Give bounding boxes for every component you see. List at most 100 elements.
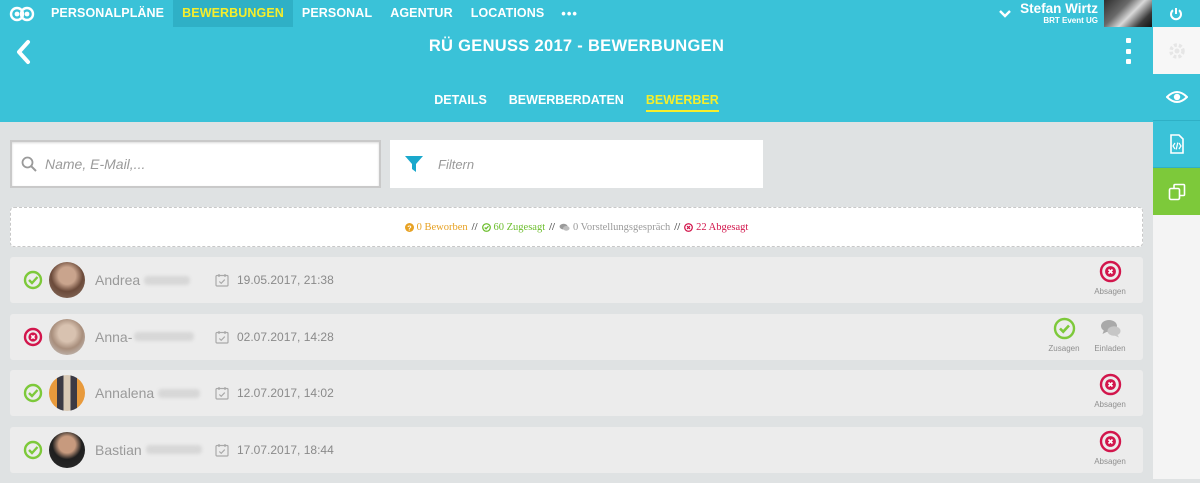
- row-actions: Zusagen Einladen: [1041, 317, 1133, 353]
- calendar-check-icon: [215, 387, 229, 400]
- nav-agentur[interactable]: AGENTUR: [381, 0, 462, 27]
- top-navigation: PERSONALPLÄNE BEWERBUNGEN PERSONAL AGENT…: [0, 0, 1200, 27]
- chevron-down-icon[interactable]: [996, 0, 1014, 27]
- check-circle-icon: [481, 222, 491, 232]
- page-title: RÜ GENUSS 2017 - BEWERBUNGEN: [428, 37, 725, 55]
- user-menu[interactable]: Stefan Wirtz BRT Event UG: [996, 0, 1152, 27]
- comments-icon: [559, 223, 570, 231]
- row-actions: Absagen: [1087, 430, 1133, 466]
- user-organization: BRT Event UG: [1043, 15, 1098, 25]
- nav-personalplaene[interactable]: PERSONALPLÄNE: [42, 0, 173, 27]
- decline-button[interactable]: Absagen: [1087, 260, 1133, 296]
- avatar: [49, 375, 85, 411]
- summary-accepted-text: 60 Zugesagt: [493, 221, 546, 233]
- kebab-menu-icon[interactable]: [1123, 38, 1133, 64]
- page-header: RÜ GENUSS 2017 - BEWERBUNGEN DETAILS BEW…: [0, 27, 1153, 122]
- search-input[interactable]: Name, E-Mail,...: [10, 140, 381, 188]
- accept-button[interactable]: Zusagen: [1041, 317, 1087, 353]
- search-icon: [21, 156, 37, 172]
- summary-separator: //: [674, 221, 681, 233]
- row-actions: Absagen: [1087, 373, 1133, 409]
- decline-label: Absagen: [1094, 456, 1126, 466]
- nav-locations[interactable]: LOCATIONS: [462, 0, 554, 27]
- times-circle-icon: [1099, 430, 1121, 452]
- tab-bewerberdaten[interactable]: BEWERBERDATEN: [509, 93, 624, 112]
- applicant-name[interactable]: Annalena: [95, 385, 215, 401]
- tab-bar: DETAILS BEWERBERDATEN BEWERBER: [0, 93, 1153, 112]
- right-sidebar: [1153, 27, 1200, 479]
- calendar-check-icon: [215, 443, 229, 457]
- filter-input[interactable]: Filtern: [390, 140, 763, 188]
- eye-icon[interactable]: [1153, 74, 1200, 121]
- accepted-status-icon: [23, 383, 43, 403]
- power-icon[interactable]: [1152, 0, 1200, 27]
- summary-declined[interactable]: 22 Abgesagt: [684, 222, 748, 233]
- applicant-name[interactable]: Anna-: [95, 329, 215, 345]
- times-circle-icon: [684, 222, 694, 232]
- applicant-first-name: Andrea: [95, 272, 141, 288]
- applicant-row[interactable]: Anna- 02.07.2017, 14:28 Zusagen Einladen: [10, 313, 1143, 360]
- blurred-last-name: [134, 332, 195, 341]
- decline-label: Absagen: [1094, 287, 1126, 296]
- tab-bewerber[interactable]: BEWERBER: [645, 93, 719, 112]
- application-date: 17.07.2017, 18:44: [237, 442, 334, 457]
- comments-icon: [1100, 319, 1120, 337]
- invite-label: Einladen: [1094, 343, 1126, 353]
- row-actions: Absagen: [1087, 260, 1133, 296]
- code-file-icon[interactable]: [1153, 121, 1200, 168]
- invite-button[interactable]: Einladen: [1087, 317, 1133, 353]
- applicant-name[interactable]: Bastian: [95, 442, 215, 458]
- applicant-first-name: Bastian: [95, 441, 142, 458]
- nav-personal[interactable]: PERSONAL: [293, 0, 381, 27]
- nav-bewerbungen[interactable]: BEWERBUNGEN: [173, 0, 293, 27]
- user-info: Stefan Wirtz BRT Event UG: [1020, 2, 1098, 25]
- applicant-name[interactable]: Andrea: [95, 272, 215, 288]
- status-summary: ? 0 Beworben // 60 Zugesagt // 0 Vorstel…: [10, 207, 1143, 247]
- application-date: 12.07.2017, 14:02: [237, 386, 334, 400]
- copy-icon[interactable]: [1153, 168, 1200, 215]
- applicant-list: Andrea 19.05.2017, 21:38 Absagen Anna- 0…: [10, 257, 1143, 483]
- applicant-first-name: Annalena: [95, 385, 155, 401]
- declined-status-icon: [23, 327, 43, 346]
- application-date: 19.05.2017, 21:38: [237, 273, 334, 287]
- accept-label: Zusagen: [1048, 343, 1080, 353]
- user-name: Stefan Wirtz: [1020, 1, 1098, 17]
- summary-interview-text: 0 Vorstellungsgespräch: [572, 221, 671, 233]
- gear-icon[interactable]: [1153, 27, 1200, 74]
- avatar: [49, 431, 85, 468]
- summary-applied-text: 0 Beworben: [416, 221, 468, 233]
- applicant-row[interactable]: Andrea 19.05.2017, 21:38 Absagen: [10, 257, 1143, 303]
- applicant-row[interactable]: Annalena 12.07.2017, 14:02 Absagen: [10, 370, 1143, 416]
- blurred-last-name: [145, 445, 202, 454]
- user-avatar[interactable]: [1104, 0, 1152, 27]
- infinity-logo-icon[interactable]: [2, 0, 42, 27]
- summary-separator: //: [471, 221, 478, 233]
- funnel-icon: [405, 156, 423, 172]
- applicant-first-name: Anna-: [95, 328, 133, 345]
- search-placeholder: Name, E-Mail,...: [45, 156, 146, 172]
- summary-applied[interactable]: ? 0 Beworben: [404, 221, 468, 233]
- nav-more-button[interactable]: •••: [553, 0, 586, 27]
- times-circle-icon: [1099, 373, 1121, 396]
- blurred-last-name: [144, 275, 191, 285]
- tab-details[interactable]: DETAILS: [434, 93, 487, 112]
- accepted-status-icon: [23, 270, 43, 290]
- applicant-row[interactable]: Bastian 17.07.2017, 18:44 Absagen: [10, 426, 1143, 473]
- question-circle-icon: ?: [404, 222, 414, 232]
- blurred-last-name: [158, 388, 201, 398]
- avatar: [49, 262, 85, 298]
- summary-declined-text: 22 Abgesagt: [696, 221, 749, 233]
- check-circle-icon: [1053, 317, 1075, 339]
- calendar-check-icon: [215, 330, 229, 344]
- decline-button[interactable]: Absagen: [1087, 373, 1133, 409]
- accepted-status-icon: [23, 440, 43, 459]
- filter-placeholder: Filtern: [438, 156, 475, 172]
- calendar-check-icon: [215, 274, 229, 287]
- svg-text:?: ?: [407, 223, 411, 232]
- times-circle-icon: [1099, 260, 1121, 283]
- summary-interview[interactable]: 0 Vorstellungsgespräch: [559, 222, 670, 233]
- decline-button[interactable]: Absagen: [1087, 430, 1133, 466]
- summary-accepted[interactable]: 60 Zugesagt: [481, 221, 546, 233]
- application-date: 02.07.2017, 14:28: [237, 329, 334, 344]
- summary-separator: //: [549, 221, 555, 233]
